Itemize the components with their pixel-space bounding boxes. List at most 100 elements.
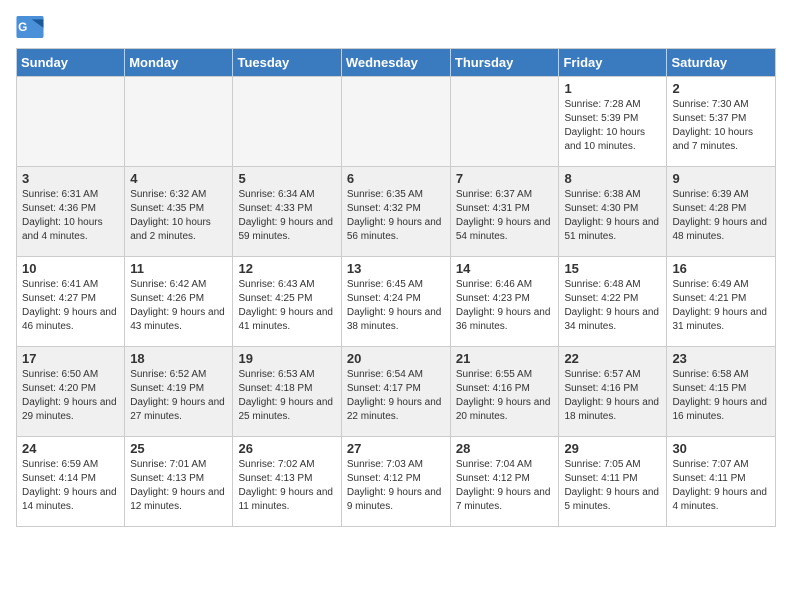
logo-icon: G	[16, 16, 44, 38]
day-number: 17	[22, 351, 119, 366]
day-number: 25	[130, 441, 227, 456]
day-info: Sunrise: 7:02 AM Sunset: 4:13 PM Dayligh…	[238, 458, 335, 514]
calendar-header-row: SundayMondayTuesdayWednesdayThursdayFrid…	[17, 49, 776, 77]
day-info: Sunrise: 7:05 AM Sunset: 4:11 PM Dayligh…	[564, 458, 661, 514]
day-info: Sunrise: 6:59 AM Sunset: 4:14 PM Dayligh…	[22, 458, 119, 514]
day-number: 15	[564, 261, 661, 276]
day-info: Sunrise: 6:37 AM Sunset: 4:31 PM Dayligh…	[456, 188, 554, 244]
calendar-cell: 18 Sunrise: 6:52 AM Sunset: 4:19 PM Dayli…	[125, 347, 233, 437]
calendar-cell: 4 Sunrise: 6:32 AM Sunset: 4:35 PM Daylig…	[125, 167, 233, 257]
calendar-cell: 17 Sunrise: 6:50 AM Sunset: 4:20 PM Dayli…	[17, 347, 125, 437]
day-number: 19	[238, 351, 335, 366]
calendar-cell: 3Sunrise: 6:31 AM Sunset: 4:36 PM Daylig…	[17, 167, 125, 257]
day-number: 14	[456, 261, 554, 276]
day-number: 4	[130, 171, 227, 186]
calendar-cell: 7 Sunrise: 6:37 AM Sunset: 4:31 PM Daylig…	[450, 167, 559, 257]
calendar-cell: 20 Sunrise: 6:54 AM Sunset: 4:17 PM Dayli…	[341, 347, 450, 437]
day-info: Sunrise: 6:50 AM Sunset: 4:20 PM Dayligh…	[22, 368, 119, 424]
day-info: Sunrise: 6:42 AM Sunset: 4:26 PM Dayligh…	[130, 278, 227, 334]
calendar-cell: 10 Sunrise: 6:41 AM Sunset: 4:27 PM Dayli…	[17, 257, 125, 347]
day-info: Sunrise: 6:52 AM Sunset: 4:19 PM Dayligh…	[130, 368, 227, 424]
day-info: Sunrise: 6:41 AM Sunset: 4:27 PM Dayligh…	[22, 278, 119, 334]
day-number: 30	[672, 441, 770, 456]
day-number: 13	[347, 261, 445, 276]
calendar-day-header: Monday	[125, 49, 233, 77]
calendar-cell: 14 Sunrise: 6:46 AM Sunset: 4:23 PM Dayli…	[450, 257, 559, 347]
calendar-cell: 30 Sunrise: 7:07 AM Sunset: 4:11 PM Dayli…	[667, 437, 776, 527]
day-info: Sunrise: 7:01 AM Sunset: 4:13 PM Dayligh…	[130, 458, 227, 514]
calendar-cell: 13 Sunrise: 6:45 AM Sunset: 4:24 PM Dayli…	[341, 257, 450, 347]
day-info: Sunrise: 6:54 AM Sunset: 4:17 PM Dayligh…	[347, 368, 445, 424]
day-number: 21	[456, 351, 554, 366]
calendar-day-header: Tuesday	[233, 49, 341, 77]
day-number: 16	[672, 261, 770, 276]
calendar-cell: 5 Sunrise: 6:34 AM Sunset: 4:33 PM Daylig…	[233, 167, 341, 257]
svg-text:G: G	[18, 20, 27, 34]
calendar-cell: 11 Sunrise: 6:42 AM Sunset: 4:26 PM Dayli…	[125, 257, 233, 347]
calendar-cell: 6 Sunrise: 6:35 AM Sunset: 4:32 PM Daylig…	[341, 167, 450, 257]
calendar-cell: 27Sunrise: 7:03 AM Sunset: 4:12 PM Dayli…	[341, 437, 450, 527]
calendar-day-header: Saturday	[667, 49, 776, 77]
day-number: 29	[564, 441, 661, 456]
day-info: Sunrise: 6:55 AM Sunset: 4:16 PM Dayligh…	[456, 368, 554, 424]
calendar-cell	[341, 77, 450, 167]
day-info: Sunrise: 6:32 AM Sunset: 4:35 PM Dayligh…	[130, 188, 227, 244]
day-number: 12	[238, 261, 335, 276]
calendar-week-row: 3Sunrise: 6:31 AM Sunset: 4:36 PM Daylig…	[17, 167, 776, 257]
day-info: Sunrise: 6:45 AM Sunset: 4:24 PM Dayligh…	[347, 278, 445, 334]
day-info: Sunrise: 6:58 AM Sunset: 4:15 PM Dayligh…	[672, 368, 770, 424]
calendar-cell: 23 Sunrise: 6:58 AM Sunset: 4:15 PM Dayli…	[667, 347, 776, 437]
calendar-cell: 21 Sunrise: 6:55 AM Sunset: 4:16 PM Dayli…	[450, 347, 559, 437]
calendar-cell: 24 Sunrise: 6:59 AM Sunset: 4:14 PM Dayli…	[17, 437, 125, 527]
day-info: Sunrise: 7:30 AM Sunset: 5:37 PM Dayligh…	[672, 98, 770, 154]
day-number: 18	[130, 351, 227, 366]
day-number: 10	[22, 261, 119, 276]
calendar-table: SundayMondayTuesdayWednesdayThursdayFrid…	[16, 48, 776, 527]
day-info: Sunrise: 7:07 AM Sunset: 4:11 PM Dayligh…	[672, 458, 770, 514]
calendar-cell	[233, 77, 341, 167]
day-info: Sunrise: 6:39 AM Sunset: 4:28 PM Dayligh…	[672, 188, 770, 244]
calendar-week-row: 17 Sunrise: 6:50 AM Sunset: 4:20 PM Dayli…	[17, 347, 776, 437]
day-number: 7	[456, 171, 554, 186]
day-info: Sunrise: 6:57 AM Sunset: 4:16 PM Dayligh…	[564, 368, 661, 424]
calendar-cell	[450, 77, 559, 167]
calendar-cell: 25 Sunrise: 7:01 AM Sunset: 4:13 PM Dayli…	[125, 437, 233, 527]
day-number: 27	[347, 441, 445, 456]
calendar-day-header: Wednesday	[341, 49, 450, 77]
day-number: 11	[130, 261, 227, 276]
day-info: Sunrise: 7:28 AM Sunset: 5:39 PM Dayligh…	[564, 98, 661, 154]
calendar-cell: 19 Sunrise: 6:53 AM Sunset: 4:18 PM Dayli…	[233, 347, 341, 437]
calendar-cell: 29 Sunrise: 7:05 AM Sunset: 4:11 PM Dayli…	[559, 437, 667, 527]
day-number: 22	[564, 351, 661, 366]
calendar-cell: 12Sunrise: 6:43 AM Sunset: 4:25 PM Dayli…	[233, 257, 341, 347]
calendar-cell: 26Sunrise: 7:02 AM Sunset: 4:13 PM Dayli…	[233, 437, 341, 527]
calendar-week-row: 1 Sunrise: 7:28 AM Sunset: 5:39 PM Daylig…	[17, 77, 776, 167]
day-number: 23	[672, 351, 770, 366]
day-number: 5	[238, 171, 335, 186]
day-number: 20	[347, 351, 445, 366]
day-info: Sunrise: 6:35 AM Sunset: 4:32 PM Dayligh…	[347, 188, 445, 244]
calendar-day-header: Friday	[559, 49, 667, 77]
day-number: 24	[22, 441, 119, 456]
calendar-cell	[17, 77, 125, 167]
day-number: 9	[672, 171, 770, 186]
day-number: 28	[456, 441, 554, 456]
day-number: 6	[347, 171, 445, 186]
calendar-week-row: 10 Sunrise: 6:41 AM Sunset: 4:27 PM Dayli…	[17, 257, 776, 347]
day-info: Sunrise: 6:49 AM Sunset: 4:21 PM Dayligh…	[672, 278, 770, 334]
calendar-cell: 9 Sunrise: 6:39 AM Sunset: 4:28 PM Daylig…	[667, 167, 776, 257]
calendar-cell: 1 Sunrise: 7:28 AM Sunset: 5:39 PM Daylig…	[559, 77, 667, 167]
calendar-day-header: Sunday	[17, 49, 125, 77]
day-info: Sunrise: 6:53 AM Sunset: 4:18 PM Dayligh…	[238, 368, 335, 424]
calendar-cell: 15Sunrise: 6:48 AM Sunset: 4:22 PM Dayli…	[559, 257, 667, 347]
calendar-cell	[125, 77, 233, 167]
day-info: Sunrise: 6:34 AM Sunset: 4:33 PM Dayligh…	[238, 188, 335, 244]
calendar-cell: 2Sunrise: 7:30 AM Sunset: 5:37 PM Daylig…	[667, 77, 776, 167]
day-info: Sunrise: 6:38 AM Sunset: 4:30 PM Dayligh…	[564, 188, 661, 244]
calendar-cell: 28Sunrise: 7:04 AM Sunset: 4:12 PM Dayli…	[450, 437, 559, 527]
calendar-cell: 8 Sunrise: 6:38 AM Sunset: 4:30 PM Daylig…	[559, 167, 667, 257]
day-number: 1	[564, 81, 661, 96]
calendar-day-header: Thursday	[450, 49, 559, 77]
day-info: Sunrise: 6:46 AM Sunset: 4:23 PM Dayligh…	[456, 278, 554, 334]
day-number: 8	[564, 171, 661, 186]
